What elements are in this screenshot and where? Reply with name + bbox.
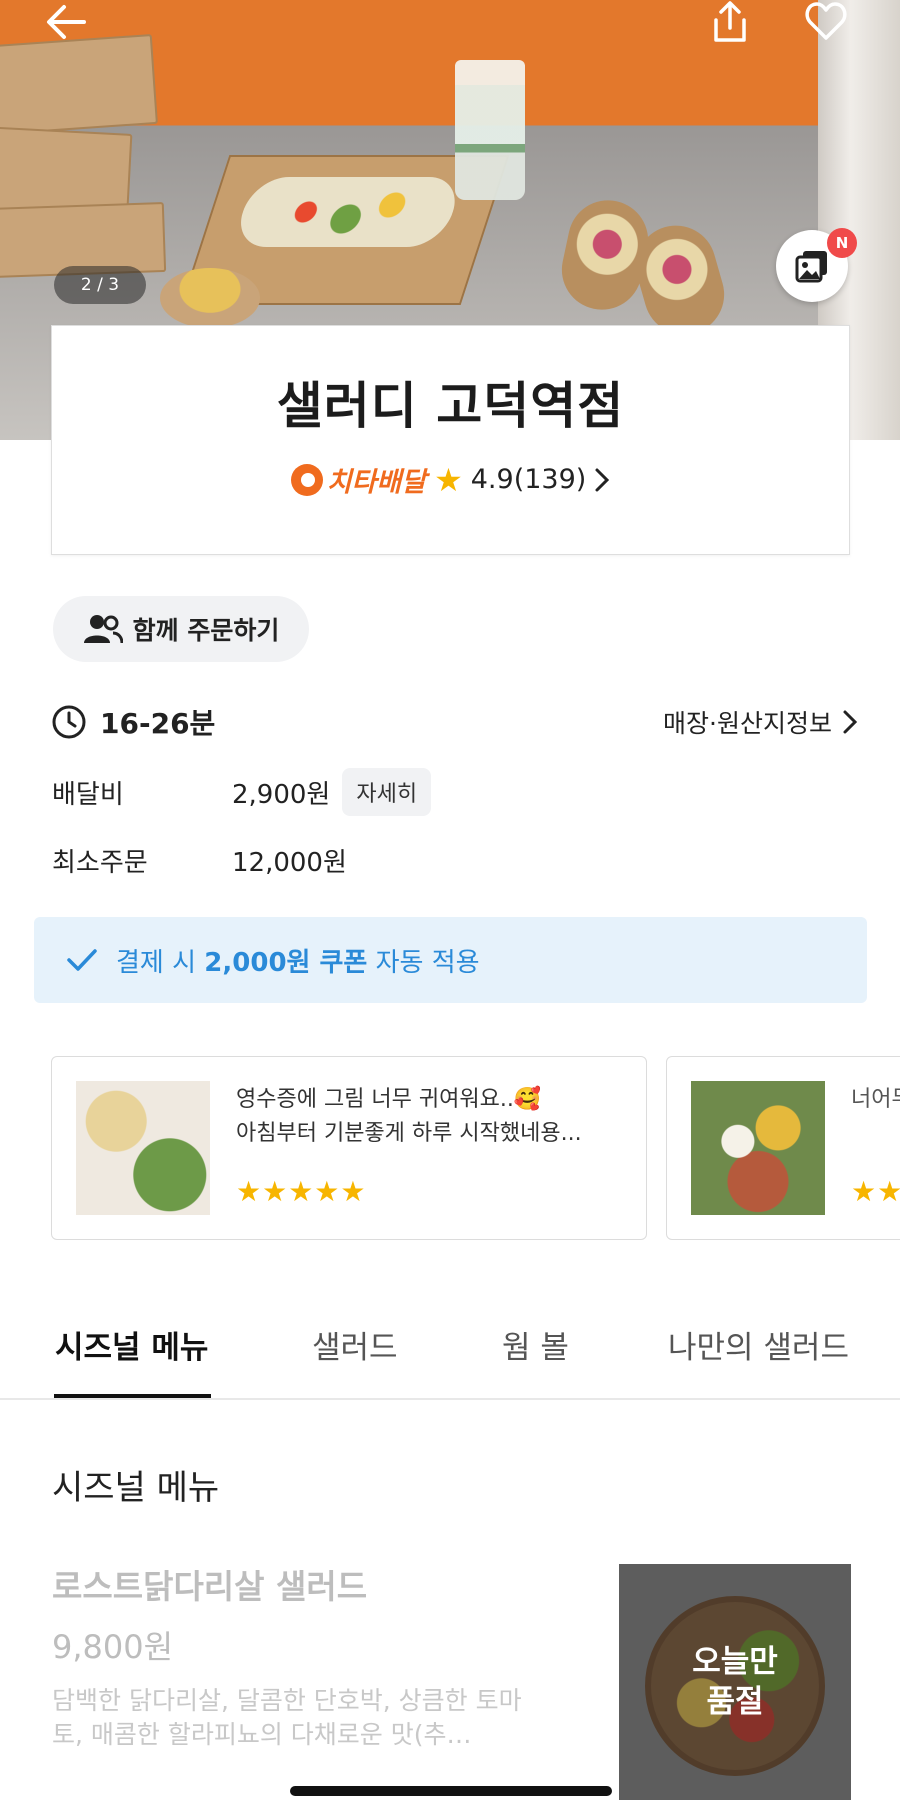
new-badge: N (827, 228, 857, 258)
coupon-suffix: 자동 적용 (375, 947, 480, 978)
section-title: 시즈널 메뉴 (52, 1468, 220, 1508)
people-icon (83, 615, 123, 644)
review-stars: ★★★★★ (236, 1175, 367, 1208)
store-name: 샐러디 고덕역점 (276, 377, 625, 435)
store-origin-info-label: 매장·원산지정보 (663, 709, 832, 738)
clock-icon (52, 705, 86, 739)
store-card: 샐러디 고덕역점 치타배달 ★ 4.9(139) (51, 325, 850, 555)
menu-item-description: 담백한 닭다리살, 달콤한 단호박, 상큼한 토마토, 매콤한 할라피뇨의 다채… (52, 1686, 522, 1749)
review-photo (691, 1081, 825, 1215)
heart-icon[interactable] (804, 0, 848, 42)
group-order-button[interactable]: 함께 주문하기 (53, 596, 309, 662)
review-line: 너어무 (851, 1087, 900, 1112)
arrow-left-icon[interactable] (44, 2, 88, 42)
soldout-overlay: 오늘만 품절 (619, 1564, 851, 1800)
tab-my-salad[interactable]: 나만의 샐러드 (668, 1322, 849, 1367)
cheetah-delivery-label: 치타배달 (326, 467, 427, 498)
tab-salad[interactable]: 샐러드 (312, 1322, 398, 1367)
hero-glass (455, 60, 525, 200)
coupon-highlight: 2,000원 쿠폰 (204, 947, 368, 978)
coupon-text: 결제 시 2,000원 쿠폰 자동 적용 (116, 942, 480, 979)
menu-item-name: 로스트닭다리살 샐러드 (52, 1567, 368, 1606)
coupon-prefix: 결제 시 (116, 947, 197, 978)
review-card[interactable]: 영수증에 그림 너무 귀여워요..🥰 아침부터 기분좋게 하루 시작했네용...… (51, 1056, 647, 1240)
review-stars: ★★ (851, 1175, 900, 1208)
check-icon (67, 949, 97, 971)
share-icon[interactable] (708, 0, 752, 44)
review-line: 아침부터 기분좋게 하루 시작했네용... (236, 1121, 582, 1146)
delivery-time: 16-26분 (100, 707, 216, 740)
cheetah-delivery-badge: 치타배달 (290, 460, 427, 499)
star-icon: ★ (434, 460, 463, 499)
menu-item-image: 오늘만 품절 (619, 1564, 851, 1800)
store-origin-info-link[interactable]: 매장·원산지정보 (663, 704, 858, 740)
hero-food-box (0, 34, 158, 136)
review-text: 너어무 (851, 1083, 900, 1117)
review-photo (76, 1081, 210, 1215)
tab-warm-bowl[interactable]: 웜 볼 (502, 1322, 569, 1367)
cheetah-logo-icon (290, 463, 323, 496)
delivery-fee-label: 배달비 (52, 779, 124, 810)
coupon-banner: 결제 시 2,000원 쿠폰 자동 적용 (34, 917, 867, 1003)
delivery-time-row: 16-26분 매장·원산지정보 (52, 700, 858, 744)
active-tab-indicator (54, 1394, 211, 1398)
menu-item[interactable]: 로스트닭다리살 샐러드 9,800원 담백한 닭다리살, 달콤한 단호박, 상큼… (52, 1560, 852, 1800)
hero-soup (160, 268, 260, 328)
home-indicator[interactable] (290, 1786, 612, 1796)
delivery-fee-row: 배달비 2,900원 자세히 (52, 768, 432, 816)
delivery-fee-value: 2,900원 (232, 779, 331, 810)
menu-item-price: 9,800원 (52, 1628, 174, 1666)
delivery-fee-detail-button[interactable]: 자세히 (342, 768, 432, 816)
review-card[interactable]: 너어무 ★★ (666, 1056, 900, 1240)
min-order-label: 최소주문 (52, 848, 148, 878)
chevron-right-icon (595, 468, 610, 491)
review-line: 영수증에 그림 너무 귀여워요..🥰 (236, 1087, 542, 1112)
store-rating-row[interactable]: 치타배달 ★ 4.9(139) (52, 460, 849, 499)
group-order-label: 함께 주문하기 (132, 616, 280, 645)
review-text: 영수증에 그림 너무 귀여워요..🥰 아침부터 기분좋게 하루 시작했네용... (236, 1083, 582, 1151)
tab-seasonal-menu[interactable]: 시즈널 메뉴 (55, 1322, 208, 1367)
chevron-right-icon (843, 710, 858, 734)
min-order-value: 12,000원 (232, 848, 347, 878)
image-counter: 2 / 3 (54, 266, 146, 304)
min-order-row: 최소주문 12,000원 (52, 842, 347, 879)
store-rating: 4.9(139) (470, 464, 587, 495)
photos-icon (795, 251, 827, 283)
menu-tabs: 시즈널 메뉴 샐러드 웜 볼 나만의 샐러드 (0, 1300, 900, 1400)
